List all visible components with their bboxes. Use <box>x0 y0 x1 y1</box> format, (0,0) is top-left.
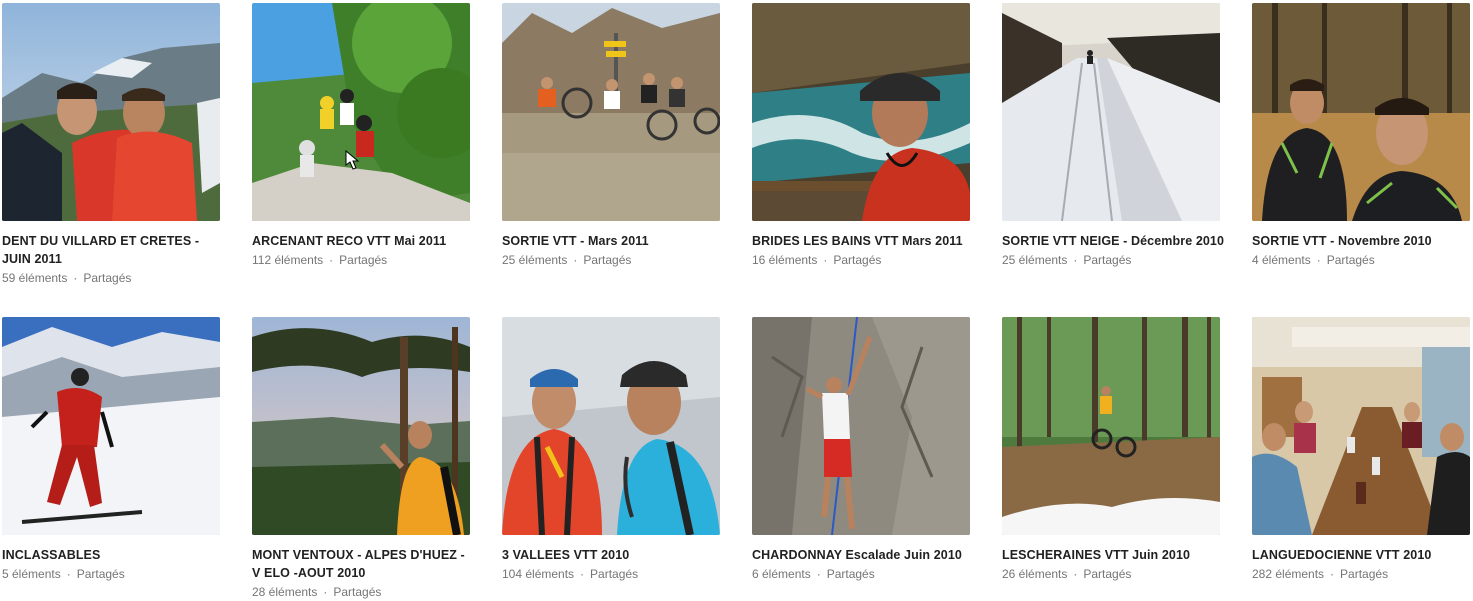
shared-status: Partagés <box>333 585 382 599</box>
album-count: 16 éléments <box>752 253 818 267</box>
album-cover[interactable] <box>252 3 470 221</box>
album-card[interactable]: ARCENANT RECO VTT Mai 2011 112 éléments ·… <box>252 3 476 269</box>
shared-status: Partagés <box>1340 567 1389 581</box>
album-meta: 25 éléments · Partagés <box>1002 251 1226 269</box>
album-count: 59 éléments <box>2 271 68 285</box>
album-card[interactable]: 3 VALLEES VTT 2010 104 éléments · Partagés <box>502 317 726 583</box>
album-title[interactable]: INCLASSABLES <box>2 546 226 564</box>
album-cover[interactable] <box>1002 3 1220 221</box>
album-card[interactable]: INCLASSABLES 5 éléments · Partagés <box>2 317 226 583</box>
album-cover[interactable] <box>2 3 220 221</box>
album-count: 282 éléments <box>1252 567 1325 581</box>
album-cover[interactable] <box>1002 317 1220 535</box>
meta-separator: · <box>1330 567 1335 581</box>
album-cover[interactable] <box>752 3 970 221</box>
album-meta: 25 éléments · Partagés <box>502 251 726 269</box>
shared-status: Partagés <box>76 567 125 581</box>
album-count: 112 éléments <box>252 253 324 267</box>
album-meta: 26 éléments · Partagés <box>1002 565 1226 583</box>
album-count: 25 éléments <box>1002 253 1068 267</box>
album-card[interactable]: DENT DU VILLARD ET CRETES - JUIN 2011 59… <box>2 3 226 287</box>
album-card[interactable]: SORTIE VTT - Mars 2011 25 éléments · Parta… <box>502 3 726 269</box>
meta-separator: · <box>580 567 585 581</box>
album-title[interactable]: MONT VENTOUX - ALPES D'HUEZ - V ELO -AOU… <box>252 546 476 582</box>
album-count: 25 éléments <box>502 253 568 267</box>
album-title[interactable]: CHARDONNAY Escalade Juin 2010 <box>752 546 976 564</box>
album-meta: 282 éléments · Partagés <box>1252 565 1473 583</box>
meta-separator: · <box>1073 253 1078 267</box>
album-card[interactable]: BRIDES LES BAINS VTT Mars 2011 16 élémen… <box>752 3 976 269</box>
album-card[interactable]: LANGUEDOCIENNE VTT 2010 282 éléments · Par… <box>1252 317 1473 583</box>
meta-separator: · <box>1316 253 1321 267</box>
album-count: 26 éléments <box>1002 567 1068 581</box>
album-count: 4 éléments <box>1252 253 1311 267</box>
album-cover[interactable] <box>1252 3 1470 221</box>
shared-status: Partagés <box>590 567 639 581</box>
album-title[interactable]: SORTIE VTT - Mars 2011 <box>502 232 726 250</box>
album-meta: 104 éléments · Partagés <box>502 565 726 583</box>
shared-status: Partagés <box>833 253 882 267</box>
album-meta: 4 éléments · Partagés <box>1252 251 1473 269</box>
meta-separator: · <box>329 253 334 267</box>
album-meta: 5 éléments · Partagés <box>2 565 226 583</box>
meta-separator: · <box>1073 567 1078 581</box>
meta-separator: · <box>823 253 828 267</box>
album-count: 28 éléments <box>252 585 318 599</box>
album-title[interactable]: LESCHERAINES VTT Juin 2010 <box>1002 546 1226 564</box>
album-card[interactable]: CHARDONNAY Escalade Juin 2010 6 éléments… <box>752 317 976 583</box>
album-title[interactable]: DENT DU VILLARD ET CRETES - JUIN 2011 <box>2 232 226 268</box>
album-meta: 28 éléments · Partagés <box>252 583 476 601</box>
shared-status: Partagés <box>583 253 632 267</box>
album-cover[interactable] <box>502 317 720 535</box>
album-title[interactable]: ARCENANT RECO VTT Mai 2011 <box>252 232 476 250</box>
album-card[interactable]: SORTIE VTT NEIGE - Décembre 2010 25 élém… <box>1002 3 1226 269</box>
album-cover[interactable] <box>752 317 970 535</box>
album-card[interactable]: LESCHERAINES VTT Juin 2010 26 éléments · P… <box>1002 317 1226 583</box>
album-cover[interactable] <box>502 3 720 221</box>
album-grid: DENT DU VILLARD ET CRETES - JUIN 2011 59… <box>0 0 1473 601</box>
album-title[interactable]: BRIDES LES BAINS VTT Mars 2011 <box>752 232 976 250</box>
shared-status: Partagés <box>339 253 388 267</box>
album-title[interactable]: SORTIE VTT - Novembre 2010 <box>1252 232 1473 250</box>
album-cover[interactable] <box>252 317 470 535</box>
album-title[interactable]: SORTIE VTT NEIGE - Décembre 2010 <box>1002 232 1226 250</box>
meta-separator: · <box>323 585 328 599</box>
album-count: 104 éléments <box>502 567 575 581</box>
meta-separator: · <box>816 567 821 581</box>
shared-status: Partagés <box>826 567 875 581</box>
album-meta: 112 éléments · Partagés <box>252 251 476 269</box>
shared-status: Partagés <box>1326 253 1375 267</box>
meta-separator: · <box>66 567 71 581</box>
album-cover[interactable] <box>1252 317 1470 535</box>
meta-separator: · <box>573 253 578 267</box>
shared-status: Partagés <box>1083 567 1132 581</box>
album-card[interactable]: MONT VENTOUX - ALPES D'HUEZ - V ELO -AOU… <box>252 317 476 601</box>
shared-status: Partagés <box>83 271 132 285</box>
album-cover[interactable] <box>2 317 220 535</box>
album-count: 5 éléments <box>2 567 61 581</box>
album-card[interactable]: SORTIE VTT - Novembre 2010 4 éléments · Pa… <box>1252 3 1473 269</box>
album-count: 6 éléments <box>752 567 811 581</box>
album-title[interactable]: 3 VALLEES VTT 2010 <box>502 546 726 564</box>
shared-status: Partagés <box>1083 253 1132 267</box>
album-title[interactable]: LANGUEDOCIENNE VTT 2010 <box>1252 546 1473 564</box>
album-meta: 16 éléments · Partagés <box>752 251 976 269</box>
album-meta: 59 éléments · Partagés <box>2 269 226 287</box>
meta-separator: · <box>73 271 78 285</box>
album-meta: 6 éléments · Partagés <box>752 565 976 583</box>
